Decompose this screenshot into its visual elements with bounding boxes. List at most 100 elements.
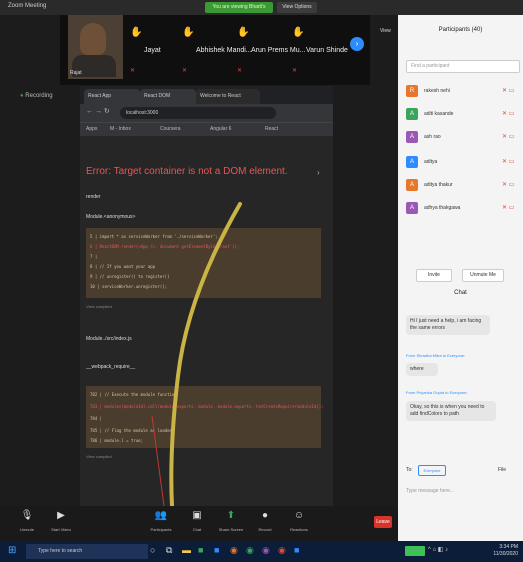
view-options-button[interactable]: View Options: [277, 2, 317, 13]
zoom-icon[interactable]: ■: [294, 545, 299, 555]
participant-search-input[interactable]: Find a participant: [406, 60, 520, 73]
code-line: 9 | // unregister() to register(): [90, 274, 170, 279]
error-overlay: Error: Target container is not a DOM ele…: [80, 136, 333, 506]
avatar: A: [406, 108, 418, 120]
chat-to-label: To:: [406, 467, 413, 473]
share-screen-button[interactable]: ⬆ Share Screen: [216, 508, 246, 532]
participant-name: aditya: [424, 159, 438, 165]
unmute-me-button[interactable]: Unmute Me: [462, 269, 504, 282]
meeting-controls: 🎙 Unmute ▶ Start Video 👥 Participants ▣ …: [0, 506, 398, 541]
app-icon[interactable]: ◉: [278, 545, 286, 556]
video-strip: Rajat ✋ Jayat ✕ ✋ Abhishek Mandi... ✕ ✋ …: [60, 15, 370, 85]
browser-tab[interactable]: React App: [84, 89, 140, 104]
bookmark[interactable]: React: [265, 126, 278, 132]
browser-tab[interactable]: React DOM: [140, 89, 196, 104]
chat-input[interactable]: Type message here...: [406, 488, 514, 498]
leave-button[interactable]: Leave: [374, 516, 392, 528]
bookmark[interactable]: Coursera: [160, 126, 181, 132]
invite-button[interactable]: Invite: [416, 269, 452, 282]
participant-row[interactable]: R rakesh nehi ✕ ▭: [406, 85, 516, 99]
mic-muted-icon: ✕ ▭: [502, 88, 515, 94]
code-snippet: 782 | // Execute the module function 783…: [86, 386, 324, 448]
shared-screen: React App React DOM Welcome to React ← →…: [80, 86, 333, 506]
viewing-share-indicator: You are viewing Bharti's screen: [205, 2, 273, 21]
reactions-icon: ☺: [293, 510, 305, 521]
chrome-icon[interactable]: ◉: [246, 545, 254, 556]
bookmark[interactable]: M - Inbox: [110, 126, 131, 132]
chat-title: Chat: [454, 290, 467, 296]
view-compiled-link[interactable]: View compiled: [86, 454, 112, 459]
participant-name: ash rao: [424, 134, 441, 140]
participants-button[interactable]: 👥 Participants: [146, 508, 176, 532]
taskbar-clock[interactable]: 3:34 PM 11/30/2020: [478, 544, 518, 558]
code-line: 7 |: [90, 254, 98, 259]
unmute-button[interactable]: 🎙 Unmute: [12, 508, 42, 532]
participant-row[interactable]: A adhya thakgawa ✕ ▭: [406, 202, 516, 216]
participant-name: adhya thakgawa: [424, 205, 461, 211]
view-compiled-link[interactable]: View compiled: [86, 304, 112, 309]
system-tray-icons[interactable]: ^ ⌂ ◧ ♪: [428, 546, 448, 553]
chat-recipient-select[interactable]: Everyone: [418, 465, 446, 476]
bookmark[interactable]: Angular 6: [210, 126, 231, 132]
reactions-button[interactable]: ☺ Reactions: [284, 508, 314, 532]
word-icon[interactable]: ■: [214, 545, 219, 555]
chat-icon: ▣: [192, 510, 202, 521]
clock-date: 11/30/2020: [493, 551, 518, 557]
control-label: Reactions: [290, 527, 308, 532]
participant-name: aditya thakur: [424, 182, 453, 188]
scroll-arrow-icon[interactable]: ›: [317, 168, 320, 177]
chat-file-button[interactable]: File: [498, 467, 506, 473]
start-video-button[interactable]: ▶ Start Video: [46, 508, 76, 532]
mic-muted-icon: ✕ ▭: [502, 205, 515, 211]
control-label: Record: [258, 527, 272, 532]
participant-tile[interactable]: ✋ Arun Prems Mu... ✕: [235, 15, 305, 79]
stack-frame-title: Module../src/index.js: [86, 336, 132, 342]
muted-mic-icon: ✕: [182, 68, 188, 74]
code-line: 10 | serviceWorker.unregister();: [90, 284, 168, 289]
code-line: 782 | // Execute the module function: [90, 392, 177, 397]
side-panel: Participants (40) Find a participant R r…: [398, 15, 523, 541]
clock-time: 3:34 PM: [499, 544, 518, 550]
search-icon[interactable]: ○: [150, 545, 155, 555]
participant-row[interactable]: A aditi kasande ✕ ▭: [406, 108, 516, 122]
avatar: A: [406, 202, 418, 214]
participant-tile[interactable]: ✋ Jayat ✕: [128, 15, 180, 79]
code-line: 6 | ReactDOM.render(<App />, document.ge…: [90, 244, 240, 249]
file-explorer-icon[interactable]: ▬: [182, 545, 191, 555]
code-line: 784 |: [90, 416, 103, 421]
muted-mic-icon: ✕: [130, 68, 136, 74]
excel-icon[interactable]: ■: [198, 545, 203, 555]
chat-message: Hi I just need a help, i am facing the s…: [406, 315, 490, 335]
participant-tile[interactable]: ✋ Varun Shinde ✕: [290, 15, 348, 79]
raise-hand-icon: ✋: [130, 27, 143, 38]
stack-frame-title: __webpack_require__: [86, 364, 136, 370]
title-bar: Zoom Meeting You are viewing Bharti's sc…: [0, 0, 523, 21]
task-view-icon[interactable]: ⧉: [166, 545, 172, 556]
chat-button[interactable]: ▣ Chat: [182, 508, 212, 532]
windows-start-icon[interactable]: ⊞: [8, 545, 16, 556]
self-video-tile[interactable]: Rajat: [68, 15, 123, 79]
record-button[interactable]: ● Record: [250, 508, 280, 532]
taskbar-search-input[interactable]: Type here to search: [26, 544, 148, 559]
record-icon: ●: [261, 510, 269, 521]
raise-hand-icon: ✋: [182, 27, 195, 38]
view-label[interactable]: View: [380, 28, 391, 34]
nav-arrows-icon[interactable]: ← → ↻: [86, 107, 110, 115]
participant-name: aditi kasande: [424, 111, 454, 117]
bookmark[interactable]: Apps: [86, 126, 97, 132]
participant-row[interactable]: A aditya thakur ✕ ▭: [406, 179, 516, 193]
powerpoint-icon[interactable]: ◉: [230, 545, 238, 556]
control-label: Unmute: [19, 527, 34, 532]
strip-next-icon[interactable]: ›: [350, 37, 364, 51]
participant-tile[interactable]: ✋ Abhishek Mandi... ✕: [180, 15, 252, 79]
recording-dot-icon: ●: [20, 93, 24, 99]
code-line: 8 | // If you want your app: [90, 264, 156, 269]
browser-tab-active[interactable]: Welcome to React: [196, 89, 260, 104]
control-label: Start Video: [51, 527, 71, 532]
mic-icon: 🎙: [20, 510, 34, 521]
participant-row[interactable]: A aditya ✕ ▭: [406, 156, 516, 170]
url-input[interactable]: localhost:3000: [120, 107, 276, 119]
app-icon[interactable]: ◉: [262, 545, 270, 556]
muted-mic-icon: ✕: [292, 68, 298, 74]
participant-row[interactable]: A ash rao ✕ ▭: [406, 131, 516, 145]
